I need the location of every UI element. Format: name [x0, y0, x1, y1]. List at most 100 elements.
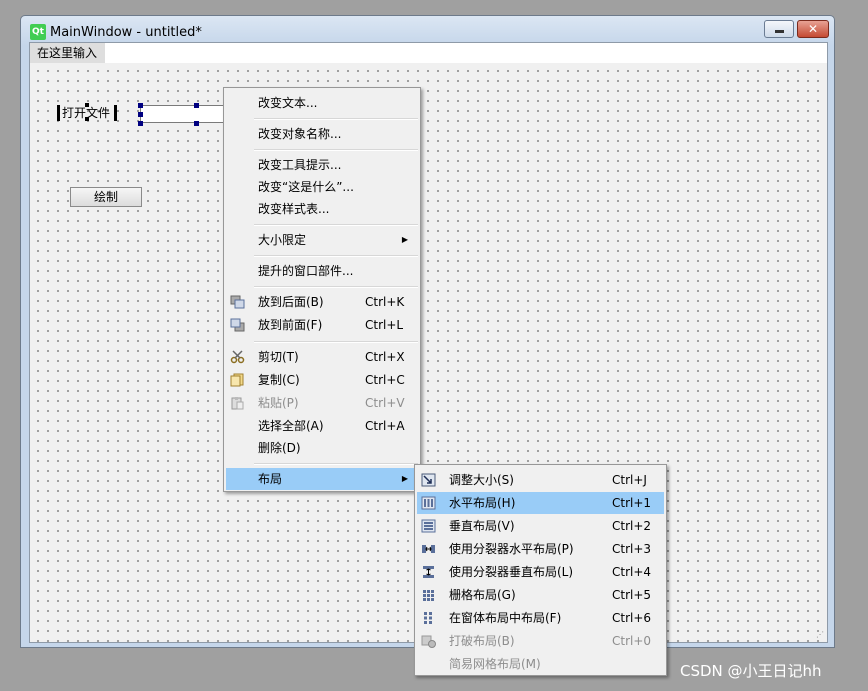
menu-item-change-text[interactable]: 改变文本... — [226, 92, 418, 114]
menu-item-size-constraints[interactable]: 大小限定 ▶ — [226, 229, 418, 251]
selection-handle[interactable] — [138, 112, 143, 117]
submenu-item-form-layout[interactable]: 在窗体布局中布局(F) Ctrl+6 — [417, 607, 664, 629]
selection-handle[interactable] — [138, 103, 143, 108]
vertical-layout-icon — [421, 519, 436, 533]
close-icon: ✕ — [807, 22, 819, 36]
menu-item-label: 在窗体布局中布局(F) — [449, 611, 562, 625]
menu-item-cut[interactable]: 剪切(T) Ctrl+X — [226, 346, 418, 368]
menu-item-label: 复制(C) — [258, 373, 300, 387]
menu-item-label: 布局 — [258, 472, 283, 486]
submenu-item-simplify-grid[interactable]: 简易网格布局(M) — [417, 653, 664, 675]
context-menu: 改变文本... 改变对象名称... 改变工具提示... 改变“这是什么”... … — [223, 87, 421, 492]
menu-item-label: 打破布局(B) — [449, 634, 515, 648]
submenu-item-grid-layout[interactable]: 栅格布局(G) Ctrl+5 — [417, 584, 664, 606]
menu-item-label: 大小限定 — [258, 233, 307, 247]
menu-item-shortcut: Ctrl+4 — [612, 565, 652, 579]
paste-icon — [231, 397, 244, 410]
menu-item-paste[interactable]: 粘贴(P) Ctrl+V — [226, 392, 418, 414]
menu-separator — [254, 149, 418, 151]
selection-handle[interactable] — [194, 121, 199, 126]
menu-separator — [254, 118, 418, 120]
menu-item-change-whats-this[interactable]: 改变“这是什么”... — [226, 176, 418, 198]
menu-separator — [254, 341, 418, 343]
menu-item-shortcut: Ctrl+A — [365, 419, 405, 433]
menu-item-shortcut: Ctrl+L — [365, 318, 404, 332]
menu-item-label: 栅格布局(G) — [449, 588, 516, 602]
vertical-splitter-icon — [423, 566, 434, 578]
submenu-item-horizontal-layout[interactable]: 水平布局(H) Ctrl+1 — [417, 492, 664, 514]
draw-button[interactable]: 绘制 — [70, 187, 142, 207]
menu-item-shortcut: Ctrl+6 — [612, 611, 652, 625]
menu-item-label: 改变“这是什么”... — [258, 180, 354, 194]
menu-item-label: 使用分裂器垂直布局(L) — [449, 565, 574, 579]
menu-item-label: 放到后面(B) — [258, 295, 324, 309]
menu-item-select-all[interactable]: 选择全部(A) Ctrl+A — [226, 415, 418, 437]
menu-item-copy[interactable]: 复制(C) Ctrl+C — [226, 369, 418, 391]
qt-logo-icon: Qt — [30, 24, 46, 40]
menu-separator — [254, 224, 418, 226]
menu-item-delete[interactable]: 删除(D) — [226, 437, 418, 459]
submenu-item-horizontal-splitter[interactable]: 使用分裂器水平布局(P) Ctrl+3 — [417, 538, 664, 560]
menu-item-shortcut: Ctrl+1 — [612, 496, 652, 510]
menu-item-shortcut: Ctrl+X — [365, 350, 405, 364]
menu-item-label: 提升的窗口部件... — [258, 264, 354, 278]
menu-item-shortcut: Ctrl+V — [365, 396, 405, 410]
watermark: CSDN @小王日记hh — [680, 662, 822, 680]
menu-item-label: 改变样式表... — [258, 202, 330, 216]
send-to-back-icon — [230, 295, 245, 309]
menu-separator — [254, 255, 418, 257]
horizontal-layout-icon — [421, 496, 436, 510]
menu-item-layout[interactable]: 布局 ▶ — [226, 468, 418, 490]
menu-item-bring-to-front[interactable]: 放到前面(F) Ctrl+L — [226, 314, 418, 336]
menu-item-shortcut: Ctrl+J — [612, 473, 647, 487]
menubar-type-here[interactable]: 在这里输入 — [30, 43, 106, 63]
title-bar[interactable]: Qt MainWindow - untitled* ✕ — [21, 16, 834, 42]
menu-item-label: 使用分裂器水平布局(P) — [449, 542, 574, 556]
menu-item-label: 删除(D) — [258, 441, 301, 455]
minimize-icon — [775, 30, 784, 33]
label-handle[interactable] — [85, 117, 89, 121]
break-layout-icon — [421, 635, 436, 648]
window-title: MainWindow - untitled* — [50, 25, 202, 40]
menu-item-shortcut: Ctrl+3 — [612, 542, 652, 556]
close-button[interactable]: ✕ — [797, 20, 829, 38]
selection-handle[interactable] — [194, 103, 199, 108]
copy-icon — [230, 373, 244, 387]
menu-item-label: 选择全部(A) — [258, 419, 324, 433]
menu-item-label: 改变工具提示... — [258, 158, 342, 172]
menu-item-change-object-name[interactable]: 改变对象名称... — [226, 123, 418, 145]
submenu-arrow-icon: ▶ — [401, 235, 408, 244]
menu-item-label: 粘贴(P) — [258, 396, 299, 410]
label-handle[interactable] — [85, 103, 89, 107]
menu-item-send-to-back[interactable]: 放到后面(B) Ctrl+K — [226, 291, 418, 313]
menu-item-label: 简易网格布局(M) — [449, 657, 541, 671]
menu-item-change-tooltip[interactable]: 改变工具提示... — [226, 154, 418, 176]
horizontal-splitter-icon — [422, 545, 435, 553]
menu-item-change-stylesheet[interactable]: 改变样式表... — [226, 198, 418, 220]
bring-to-front-icon — [230, 318, 245, 332]
submenu-item-break-layout[interactable]: 打破布局(B) Ctrl+0 — [417, 630, 664, 652]
menu-item-label: 剪切(T) — [258, 350, 299, 364]
menu-item-label: 垂直布局(V) — [449, 519, 515, 533]
menu-item-label: 改变文本... — [258, 96, 318, 110]
submenu-item-adjust-size[interactable]: 调整大小(S) Ctrl+J — [417, 469, 664, 491]
grid-layout-icon — [423, 590, 434, 601]
menu-item-shortcut: Ctrl+5 — [612, 588, 652, 602]
menu-item-shortcut: Ctrl+K — [365, 295, 405, 309]
minimize-button[interactable] — [764, 20, 794, 38]
menu-bar: 在这里输入 — [30, 43, 827, 63]
submenu-item-vertical-layout[interactable]: 垂直布局(V) Ctrl+2 — [417, 515, 664, 537]
adjust-size-icon — [421, 473, 436, 487]
layout-submenu: 调整大小(S) Ctrl+J 水平布局(H) Ctrl+1 垂直布局(V) Ctrl+… — [414, 464, 667, 676]
menu-separator — [254, 286, 418, 288]
menu-item-label: 改变对象名称... — [258, 127, 342, 141]
submenu-arrow-icon: ▶ — [401, 474, 408, 483]
resize-grip-icon[interactable]: ⋰ — [816, 631, 824, 639]
menu-item-label: 水平布局(H) — [449, 496, 516, 510]
menu-item-shortcut: Ctrl+2 — [612, 519, 652, 533]
submenu-item-vertical-splitter[interactable]: 使用分裂器垂直布局(L) Ctrl+4 — [417, 561, 664, 583]
menu-item-promoted-widgets[interactable]: 提升的窗口部件... — [226, 260, 418, 282]
selection-handle[interactable] — [138, 121, 143, 126]
menu-item-label: 调整大小(S) — [449, 473, 514, 487]
menu-item-shortcut: Ctrl+C — [365, 373, 405, 387]
